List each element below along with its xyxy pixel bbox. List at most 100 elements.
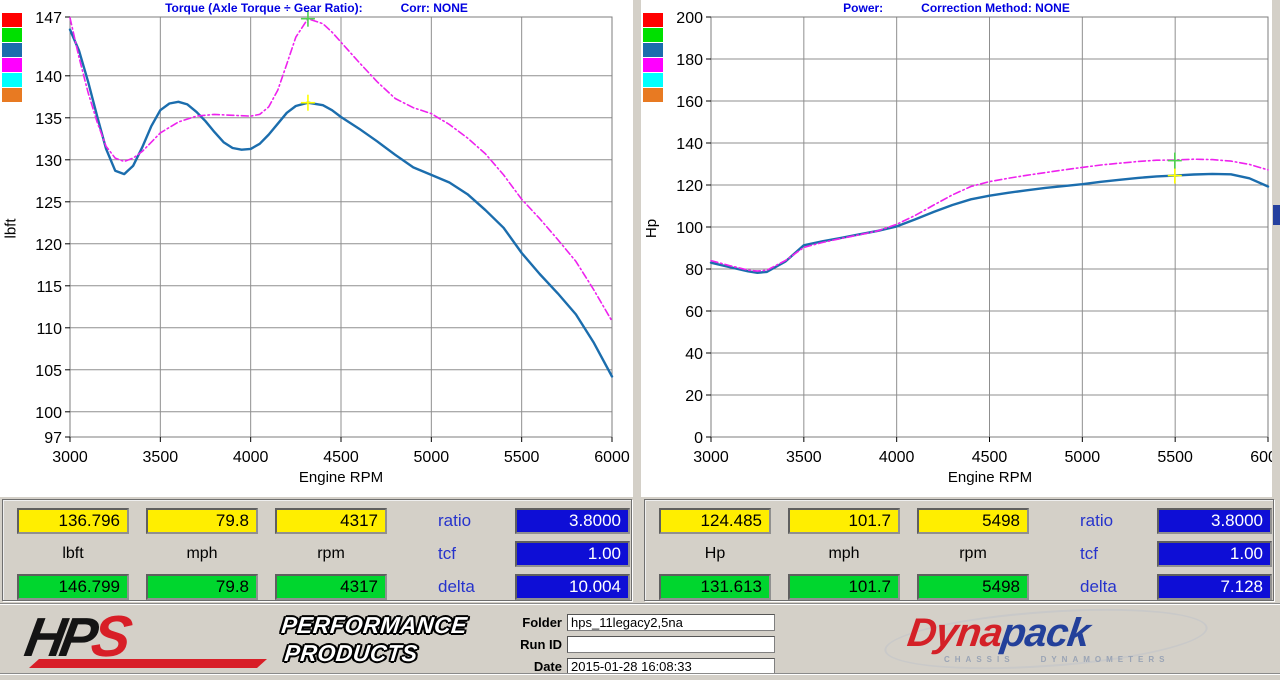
legend-swatch[interactable] <box>2 88 22 102</box>
torque-chart-title: Torque (Axle Torque ÷ Gear Ratio):Corr: … <box>0 1 633 15</box>
folder-input[interactable] <box>567 614 775 631</box>
svg-text:4500: 4500 <box>323 449 359 466</box>
torque-ref-mph: 79.8 <box>146 574 258 600</box>
svg-text:160: 160 <box>676 94 703 111</box>
ratio-label: ratio <box>1046 508 1140 534</box>
dynapack-wordmark: Dynapack <box>905 613 1092 653</box>
torque-cursor-mph: 79.8 <box>146 508 258 534</box>
dynapack-chassis-text: CHASSIS <box>944 655 1015 664</box>
dynapack-logo: Dynapack CHASSIS DYNAMOMETERS <box>882 610 1218 668</box>
hps-tagline: PERFORMANCE PRODUCTS <box>277 612 468 667</box>
run-id-field-row: Run ID <box>498 636 775 653</box>
svg-text:0: 0 <box>694 430 703 447</box>
rpm-unit-label: rpm <box>275 541 387 567</box>
torque-chart-panel: Torque (Axle Torque ÷ Gear Ratio):Corr: … <box>0 0 633 497</box>
legend-swatch[interactable] <box>643 73 663 87</box>
svg-text:5500: 5500 <box>504 449 540 466</box>
charts-row: Torque (Axle Torque ÷ Gear Ratio):Corr: … <box>0 0 1280 497</box>
power-cursor-value: 124.485 <box>659 508 771 534</box>
svg-text:3000: 3000 <box>693 449 729 466</box>
mph-unit-label: mph <box>788 541 900 567</box>
legend-swatch[interactable] <box>2 28 22 42</box>
dynapack-pack-text: pack <box>999 611 1092 655</box>
svg-text:80: 80 <box>685 262 703 279</box>
legend-swatch[interactable] <box>643 58 663 72</box>
torque-readout-panel: 136.796 79.8 4317 ratio 3.8000 lbft mph … <box>2 499 632 601</box>
torque-y-axis-label: lbft <box>1 193 21 263</box>
dynapack-dyno-screen: { "app": { "background": "#d4d0c8" }, "l… <box>0 0 1280 676</box>
svg-text:4500: 4500 <box>972 449 1008 466</box>
date-input[interactable] <box>567 658 775 675</box>
power-x-axis-label: Engine RPM <box>910 469 1070 486</box>
torque-plot-area[interactable]: 9710010511011512012513013514014730003500… <box>0 0 633 497</box>
hps-tagline-line2: PRODUCTS <box>283 640 466 668</box>
torque-title-text: Torque (Axle Torque ÷ Gear Ratio): <box>165 1 363 15</box>
power-unit-label: Hp <box>659 541 771 567</box>
power-correction-text: Correction Method: NONE <box>921 1 1070 15</box>
date-label: Date <box>498 659 562 674</box>
power-cursor-rpm: 5498 <box>917 508 1029 534</box>
folder-field-row: Folder <box>498 614 775 631</box>
ratio-label: ratio <box>404 508 498 534</box>
svg-text:5000: 5000 <box>1065 449 1101 466</box>
readouts-row: 136.796 79.8 4317 ratio 3.8000 lbft mph … <box>2 499 1280 601</box>
delta-label: delta <box>1046 574 1140 600</box>
dynapack-dyna-text: Dyna <box>905 611 1005 655</box>
dynapack-dynamometers-text: DYNAMOMETERS <box>1041 655 1170 664</box>
svg-text:40: 40 <box>685 346 703 363</box>
legend-swatch[interactable] <box>643 13 663 27</box>
torque-ref-value: 146.799 <box>17 574 129 600</box>
run-id-label: Run ID <box>498 637 562 652</box>
dynapack-subtext: CHASSIS DYNAMOMETERS <box>944 655 1169 664</box>
svg-text:135: 135 <box>35 111 62 128</box>
power-ref-rpm: 5498 <box>917 574 1029 600</box>
power-readout-panel: 124.485 101.7 5498 ratio 3.8000 Hp mph r… <box>644 499 1274 601</box>
svg-text:105: 105 <box>35 363 62 380</box>
run-info-fields: Folder Run ID Date <box>498 614 775 680</box>
legend-swatch[interactable] <box>2 73 22 87</box>
delta-label: delta <box>404 574 498 600</box>
delta-value: 7.128 <box>1157 574 1272 600</box>
folder-label: Folder <box>498 615 562 630</box>
delta-value: 10.004 <box>515 574 630 600</box>
svg-text:3500: 3500 <box>786 449 822 466</box>
torque-cursor-rpm: 4317 <box>275 508 387 534</box>
svg-text:100: 100 <box>35 405 62 422</box>
svg-text:3000: 3000 <box>52 449 88 466</box>
hps-tagline-line1: PERFORMANCE <box>280 612 469 640</box>
legend-swatch[interactable] <box>643 43 663 57</box>
run-id-input[interactable] <box>567 636 775 653</box>
footer-bar: HPS PERFORMANCE PRODUCTS Folder Run ID D… <box>0 603 1280 677</box>
legend-swatch[interactable] <box>643 28 663 42</box>
hps-logo-letters: HPS <box>21 608 131 666</box>
mph-unit-label: mph <box>146 541 258 567</box>
svg-text:110: 110 <box>36 321 62 338</box>
ratio-value: 3.8000 <box>1157 508 1272 534</box>
legend-swatch[interactable] <box>2 58 22 72</box>
torque-x-axis-label: Engine RPM <box>261 469 421 486</box>
svg-text:6000: 6000 <box>594 449 630 466</box>
tcf-label: tcf <box>1046 541 1140 567</box>
legend-swatch[interactable] <box>2 43 22 57</box>
run-color-legend <box>2 13 22 102</box>
svg-text:97: 97 <box>44 430 62 447</box>
power-chart-panel: Power:Correction Method: NONE 0204060801… <box>641 0 1272 497</box>
svg-text:140: 140 <box>35 69 62 86</box>
svg-text:120: 120 <box>676 178 703 195</box>
legend-swatch[interactable] <box>2 13 22 27</box>
date-field-row: Date <box>498 658 775 675</box>
tcf-value: 1.00 <box>515 541 630 567</box>
legend-swatch[interactable] <box>643 88 663 102</box>
torque-ref-rpm: 4317 <box>275 574 387 600</box>
tcf-label: tcf <box>404 541 498 567</box>
svg-text:125: 125 <box>35 195 62 212</box>
power-ref-mph: 101.7 <box>788 574 900 600</box>
svg-text:120: 120 <box>35 237 62 254</box>
run-color-legend <box>643 13 663 102</box>
power-plot-area[interactable]: 0204060801001201401601802003000350040004… <box>641 0 1272 497</box>
torque-unit-label: lbft <box>17 541 129 567</box>
svg-text:180: 180 <box>676 52 703 69</box>
svg-text:5000: 5000 <box>414 449 450 466</box>
rpm-unit-label: rpm <box>917 541 1029 567</box>
svg-text:20: 20 <box>685 388 703 405</box>
